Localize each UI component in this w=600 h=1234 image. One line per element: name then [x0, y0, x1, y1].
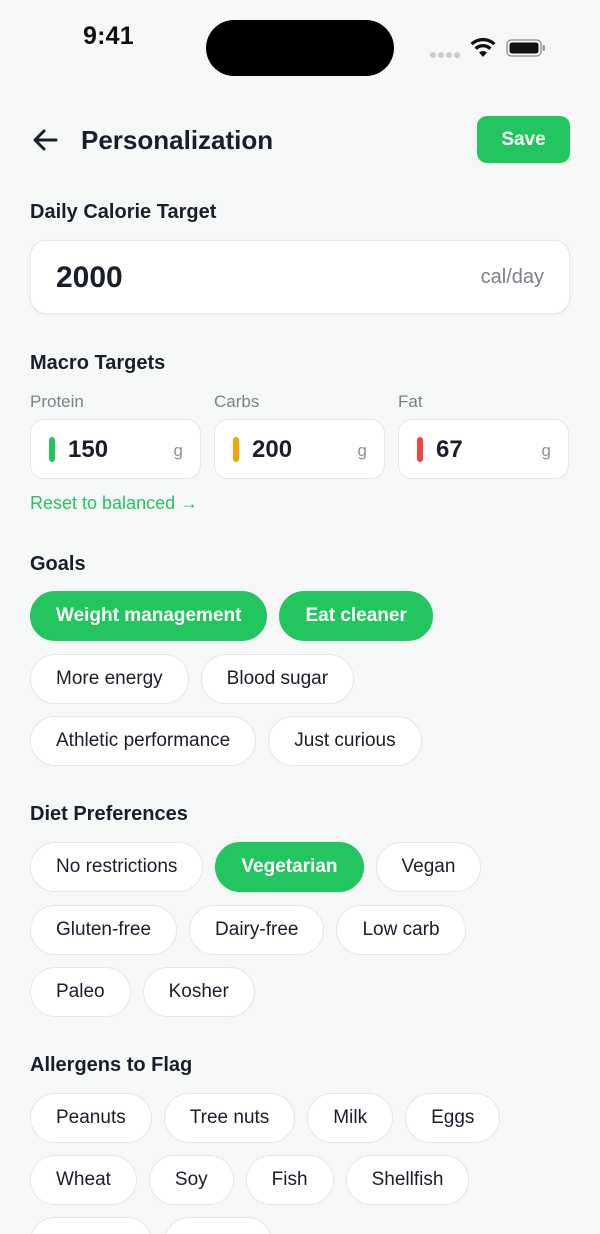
goal-chip-athletic-performance[interactable]: Athletic performance	[30, 716, 257, 766]
protein-unit: g	[173, 441, 183, 460]
carbs-label: Carbs	[214, 392, 260, 411]
goal-chip-eat-cleaner[interactable]: Eat cleaner	[279, 591, 433, 641]
battery-icon	[506, 39, 545, 57]
cellular-signal-icon	[430, 52, 460, 58]
diet-row-1: No restrictions Vegetarian Vegan	[30, 842, 482, 892]
goals-section-title: Goals	[30, 553, 86, 575]
carbs-value: 200	[252, 436, 293, 463]
carbs-unit: g	[357, 441, 367, 460]
header: Personalization Save	[0, 115, 600, 165]
allergen-chip-partial[interactable]	[30, 1217, 152, 1234]
diet-chip-gluten-free[interactable]: Gluten-free	[30, 905, 178, 955]
personalization-screen: 9:41 Personalization Save Daily Calorie …	[0, 0, 600, 1234]
diet-chip-kosher[interactable]: Kosher	[142, 967, 255, 1017]
fat-color-bar	[417, 437, 423, 462]
diet-chip-vegan[interactable]: Vegan	[375, 842, 482, 892]
calorie-unit: cal/day	[480, 266, 544, 288]
calorie-value: 2000	[56, 261, 123, 294]
goal-chip-weight-management[interactable]: Weight management	[30, 591, 268, 641]
goal-chip-just-curious[interactable]: Just curious	[268, 716, 422, 766]
back-arrow-icon[interactable]	[30, 124, 62, 156]
fat-value: 67	[436, 436, 463, 463]
carbs-color-bar	[233, 437, 239, 462]
allergen-chip-peanuts[interactable]: Peanuts	[30, 1093, 152, 1143]
allergens-section-title: Allergens to Flag	[30, 1054, 193, 1076]
diet-chip-dairy-free[interactable]: Dairy-free	[189, 905, 325, 955]
allergen-chip-fish[interactable]: Fish	[245, 1155, 334, 1205]
save-button[interactable]: Save	[477, 116, 570, 163]
allergen-chip-partial[interactable]	[164, 1217, 272, 1234]
allergens-row-1: Peanuts Tree nuts Milk Eggs	[30, 1093, 501, 1143]
goals-row-2: More energy Blood sugar	[30, 654, 355, 704]
wifi-icon	[470, 38, 496, 57]
carbs-input[interactable]: 200 g	[214, 419, 385, 479]
goal-chip-more-energy[interactable]: More energy	[30, 654, 189, 704]
allergens-row-3-partial	[30, 1217, 272, 1234]
diet-chip-paleo[interactable]: Paleo	[30, 967, 131, 1017]
goals-row-3: Athletic performance Just curious	[30, 716, 422, 766]
allergen-chip-eggs[interactable]: Eggs	[405, 1093, 501, 1143]
protein-color-bar	[49, 437, 55, 462]
allergens-row-2: Wheat Soy Fish Shellfish	[30, 1155, 470, 1205]
reset-to-balanced-link[interactable]: Reset to balanced →	[30, 493, 198, 514]
calorie-section-title: Daily Calorie Target	[30, 201, 217, 223]
allergen-chip-shellfish[interactable]: Shellfish	[345, 1155, 470, 1205]
protein-input[interactable]: 150 g	[30, 419, 201, 479]
page-title: Personalization	[81, 125, 274, 155]
allergen-chip-soy[interactable]: Soy	[148, 1155, 234, 1205]
allergen-chip-milk[interactable]: Milk	[307, 1093, 394, 1143]
diet-row-3: Paleo Kosher	[30, 967, 255, 1017]
dynamic-island	[206, 20, 394, 76]
diet-chip-vegetarian[interactable]: Vegetarian	[215, 842, 364, 892]
fat-input[interactable]: 67 g	[398, 419, 569, 479]
allergen-chip-tree-nuts[interactable]: Tree nuts	[163, 1093, 296, 1143]
macro-section-title: Macro Targets	[30, 352, 166, 374]
allergen-chip-wheat[interactable]: Wheat	[30, 1155, 137, 1205]
goal-chip-blood-sugar[interactable]: Blood sugar	[200, 654, 355, 704]
diet-chip-low-carb[interactable]: Low carb	[336, 905, 466, 955]
diet-chip-no-restrictions[interactable]: No restrictions	[30, 842, 204, 892]
calorie-input[interactable]: 2000 cal/day	[30, 240, 570, 314]
status-time: 9:41	[83, 22, 134, 50]
protein-value: 150	[68, 436, 109, 463]
diet-row-2: Gluten-free Dairy-free Low carb	[30, 905, 466, 955]
goals-row-1: Weight management Eat cleaner	[30, 591, 433, 641]
fat-label: Fat	[398, 392, 423, 411]
protein-label: Protein	[30, 392, 84, 411]
diet-section-title: Diet Preferences	[30, 803, 188, 825]
fat-unit: g	[541, 441, 551, 460]
status-bar: 9:41	[0, 0, 600, 90]
